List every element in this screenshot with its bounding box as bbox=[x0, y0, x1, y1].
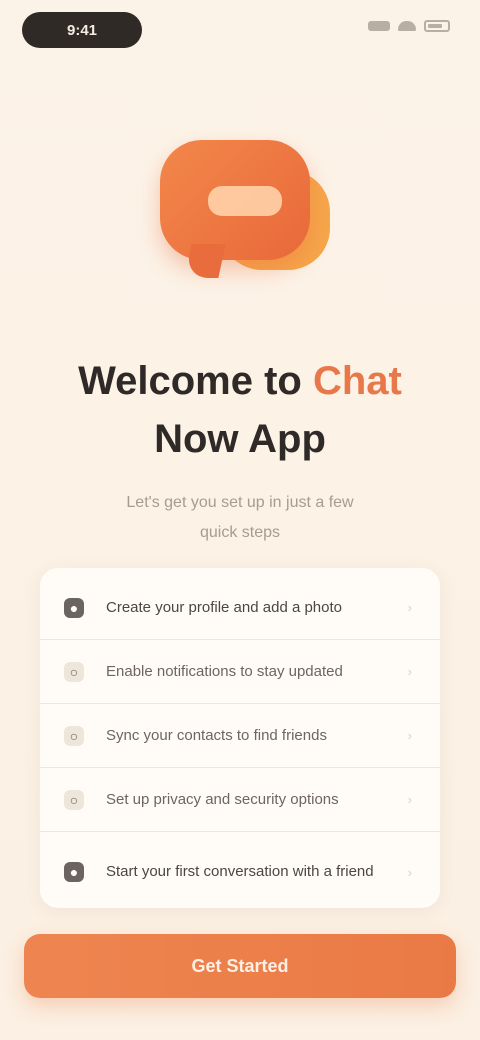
step-item[interactable]: ● Create your profile and add a photo › bbox=[40, 576, 440, 640]
bubble-mark bbox=[208, 186, 282, 216]
step-label: Enable notifications to stay updated bbox=[106, 662, 343, 680]
status-bar: 9:41 bbox=[0, 0, 480, 60]
step-item[interactable]: ● Start your first conversation with a f… bbox=[40, 832, 440, 912]
title-part1: Welcome to bbox=[78, 359, 313, 403]
bubble-front-shape bbox=[160, 140, 310, 260]
step-label: Create your profile and add a photo bbox=[106, 598, 342, 616]
wifi-icon bbox=[398, 21, 416, 31]
chat-bubble-icon bbox=[150, 130, 340, 280]
title-accent: Chat bbox=[312, 359, 402, 403]
chat-icon: ● bbox=[64, 862, 84, 882]
step-item[interactable]: ○ Set up privacy and security options › bbox=[40, 768, 440, 832]
steps-card: ● Create your profile and add a photo › … bbox=[40, 568, 440, 908]
signal-icon bbox=[368, 21, 390, 31]
title-part2: Now App bbox=[154, 417, 326, 461]
page-subtitle: Let's get you set up in just a few quick… bbox=[126, 494, 354, 541]
step-item[interactable]: ○ Sync your contacts to find friends › bbox=[40, 704, 440, 768]
step-label: Set up privacy and security options bbox=[106, 790, 339, 808]
chevron-right-icon: › bbox=[407, 728, 412, 743]
status-time: 9:41 bbox=[22, 12, 142, 48]
battery-icon bbox=[424, 20, 450, 32]
onboarding-screen: 9:41 Welcome to Chat Now App Let's get y… bbox=[0, 0, 480, 1040]
step-label: Sync your contacts to find friends bbox=[106, 726, 327, 744]
chevron-right-icon: › bbox=[407, 792, 412, 807]
page-title: Welcome to Chat Now App bbox=[40, 352, 440, 468]
step-item[interactable]: ○ Enable notifications to stay updated › bbox=[40, 640, 440, 704]
chevron-right-icon: › bbox=[407, 664, 412, 679]
status-icons bbox=[368, 20, 450, 32]
user-icon: ● bbox=[64, 597, 84, 618]
chevron-right-icon: › bbox=[407, 864, 412, 880]
lock-icon: ○ bbox=[64, 789, 84, 810]
get-started-button[interactable]: Get Started bbox=[24, 934, 456, 998]
chevron-right-icon: › bbox=[407, 600, 412, 615]
contacts-icon: ○ bbox=[64, 725, 84, 746]
step-label: Start your first conversation with a fri… bbox=[106, 863, 374, 880]
bell-icon: ○ bbox=[64, 661, 84, 682]
